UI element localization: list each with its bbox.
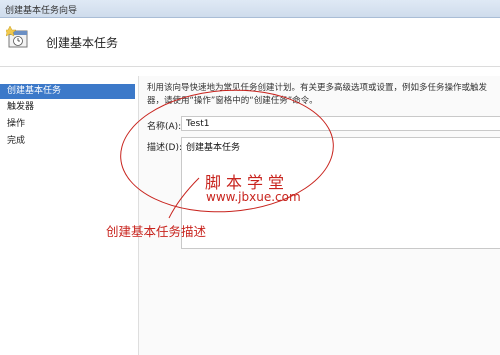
task-scheduler-icon [6,25,28,48]
title-bar: 创建基本任务向导 [0,0,500,18]
annotation-arrow-icon [168,177,200,219]
wizard-header: 创建基本任务 [0,18,500,67]
annotation-text: 创建基本任务描述 [106,224,207,239]
page-heading: 创建基本任务 [46,36,119,50]
step-create-basic-task[interactable]: 创建基本任务 [0,84,135,99]
wizard-steps: 创建基本任务 触发器 操作 完成 [0,76,136,355]
step-finish[interactable]: 完成 [0,134,135,149]
window-title: 创建基本任务向导 [5,6,78,16]
step-trigger[interactable]: 触发器 [0,100,135,115]
step-action[interactable]: 操作 [0,117,135,132]
